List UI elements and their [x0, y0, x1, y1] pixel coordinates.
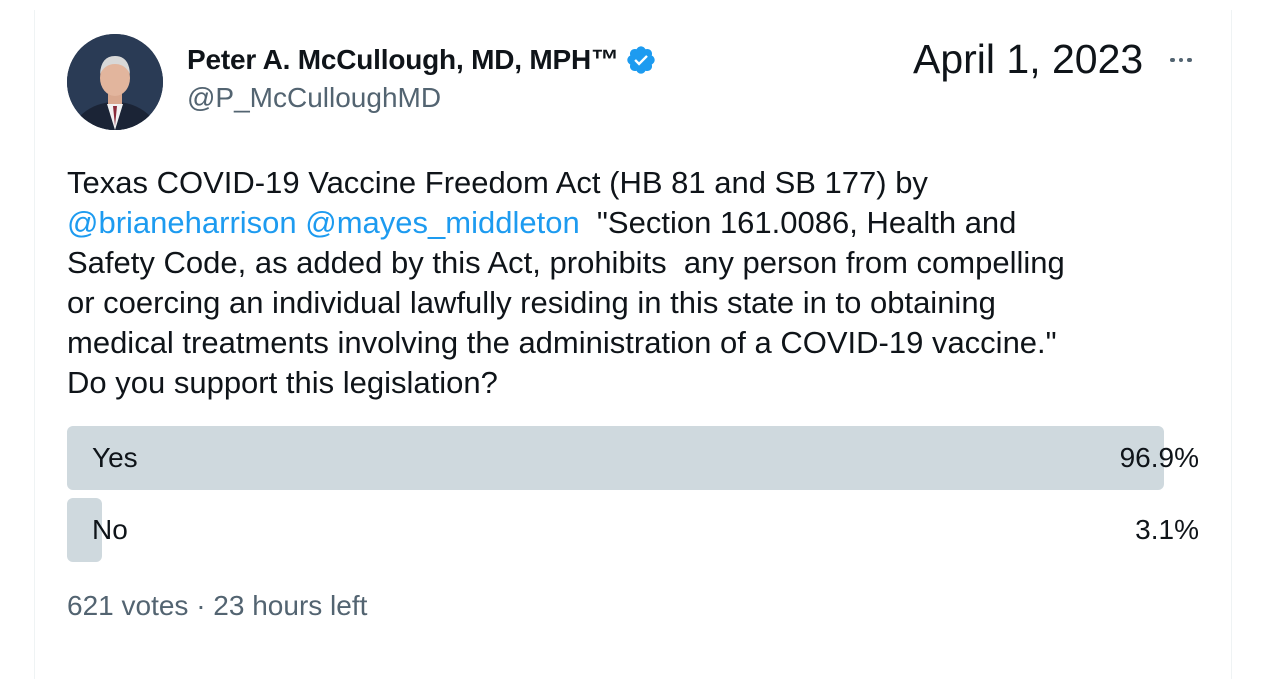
author-name-row: Peter A. McCullough, MD, MPH™: [187, 42, 657, 78]
poll-option-yes[interactable]: Yes 96.9%: [67, 426, 1199, 490]
tweet-text-segment: "Section 161.0086, Health and: [579, 205, 1017, 240]
tweet-text-segment: [297, 205, 306, 240]
more-horizontal-icon: [1178, 57, 1184, 63]
author-handle[interactable]: @P_McCulloughMD: [187, 82, 441, 114]
poll-footer: 621 votes · 23 hours left: [67, 590, 368, 621]
poll-option-label: No: [92, 514, 128, 545]
tweet-text-line: Texas COVID-19 Vaccine Freedom Act (HB 8…: [67, 163, 1212, 203]
tweet-text-segment: Texas COVID-19 Vaccine Freedom Act (HB 8…: [67, 165, 928, 200]
tweet-text: Texas COVID-19 Vaccine Freedom Act (HB 8…: [67, 163, 1212, 403]
more-horizontal-icon: [1187, 57, 1192, 63]
mention-link[interactable]: @brianeharrison: [67, 205, 297, 240]
tweet-text-line: Safety Code, as added by this Act, prohi…: [67, 243, 1212, 283]
tweet-text-segment: or coercing an individual lawfully resid…: [67, 285, 996, 320]
poll-option-no[interactable]: No 3.1%: [67, 498, 1199, 562]
avatar-portrait-icon: [67, 34, 163, 130]
tweet-text-line: @brianeharrison @mayes_middleton "Sectio…: [67, 203, 1212, 243]
tweet-text-segment: medical treatments involving the adminis…: [67, 325, 1057, 360]
more-horizontal-icon: [1170, 57, 1175, 63]
poll-option-percent: 96.9%: [1119, 442, 1199, 473]
poll-result-bar: [67, 426, 1164, 490]
author-name[interactable]: Peter A. McCullough, MD, MPH™: [187, 44, 619, 76]
tweet-text-segment: Safety Code, as added by this Act, prohi…: [67, 245, 1065, 280]
tweet-date[interactable]: April 1, 2023: [913, 36, 1143, 83]
tweet-text-segment: Do you support this legislation?: [67, 365, 498, 400]
poll-option-percent: 3.1%: [1135, 514, 1199, 545]
avatar[interactable]: [67, 34, 163, 130]
tweet-text-line: medical treatments involving the adminis…: [67, 323, 1212, 363]
tweet-text-line: Do you support this legislation?: [67, 363, 1212, 403]
verified-badge-icon[interactable]: [625, 44, 657, 76]
tweet-text-line: or coercing an individual lawfully resid…: [67, 283, 1212, 323]
more-options-button[interactable]: [1163, 44, 1199, 76]
poll-option-label: Yes: [92, 442, 138, 473]
mention-link[interactable]: @mayes_middleton: [305, 205, 579, 240]
